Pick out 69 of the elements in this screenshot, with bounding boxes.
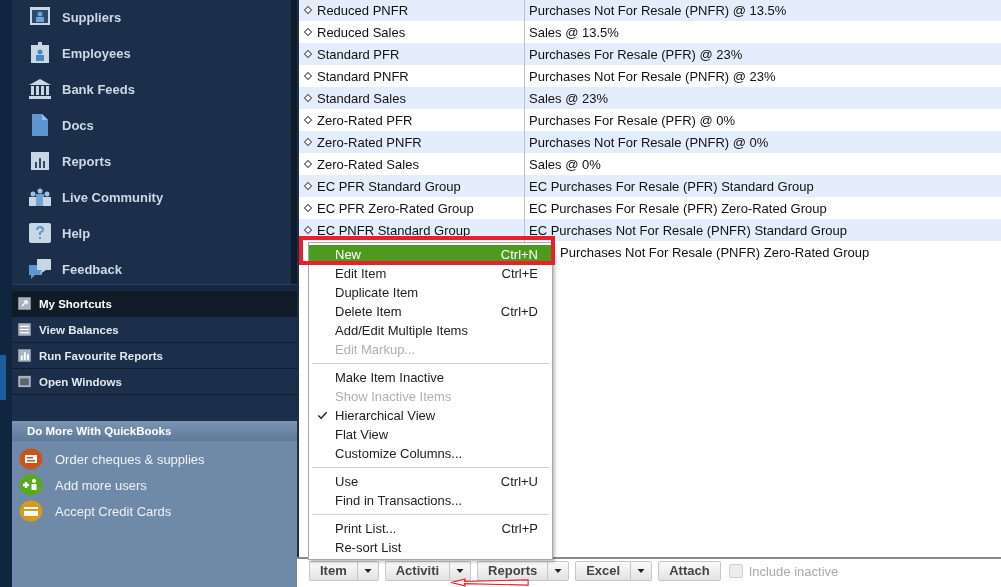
table-cell[interactable]: Zero-Rated PNFR [317, 134, 422, 150]
menu-item[interactable]: Hierarchical View [309, 406, 552, 425]
window-icon [17, 374, 32, 389]
sidebar-section[interactable]: My Shortcuts [12, 291, 297, 317]
table-cell[interactable]: Standard PNFR [317, 68, 409, 84]
dropdown-button[interactable] [356, 561, 379, 581]
sidebar-item[interactable]: Docs [12, 107, 291, 143]
toolbar-button[interactable]: Reports [477, 561, 548, 581]
table-cell[interactable]: Standard Sales [317, 90, 406, 106]
table-cell[interactable]: Reduced PNFR [317, 2, 409, 18]
sidebar-item[interactable]: Help [12, 215, 291, 251]
dropdown-button[interactable] [630, 561, 653, 581]
menu-item[interactable]: Flat View [309, 425, 552, 444]
table-cell[interactable]: Purchases Not For Resale (PNFR) @ 23% [529, 68, 776, 84]
menu-item[interactable]: Find in Transactions... [309, 491, 552, 510]
sidebar-item[interactable]: Employees [12, 35, 291, 71]
shortcut-label: Ctrl+U [500, 474, 538, 489]
table-cell[interactable]: Purchases Not For Resale (PNFR) Zero-Rated Group [560, 244, 870, 260]
id-badge-icon [28, 41, 52, 65]
help-icon [28, 221, 52, 245]
toolbar-button[interactable]: Excel [575, 561, 631, 581]
menu-item[interactable]: Re-sort List [309, 538, 552, 557]
dropdown-button[interactable] [449, 561, 472, 581]
shortcut-label: Ctrl+E [501, 266, 538, 281]
menu-item[interactable]: Customize Columns... [309, 444, 552, 463]
table-cell[interactable]: Standard PFR [317, 46, 400, 62]
list-icon [17, 322, 32, 337]
sidebar-item[interactable]: Live Community [12, 179, 291, 215]
bank-icon [28, 77, 52, 101]
table-cell[interactable]: Zero-Rated PFR [317, 112, 413, 128]
sidebar-item[interactable]: Reports [12, 143, 291, 179]
menu-item[interactable]: Add/Edit Multiple Items [309, 321, 552, 340]
table-cell[interactable]: EC PFR Standard Group [317, 178, 461, 194]
dropdown-button[interactable] [547, 561, 570, 581]
table-cell[interactable]: Sales @ 0% [529, 156, 601, 172]
shortcut-label: Ctrl+P [501, 521, 538, 536]
shortcut-label: Ctrl+N [500, 247, 538, 262]
menu-item[interactable]: Duplicate Item [309, 283, 552, 302]
sidebar-item[interactable]: Bank Feeds [12, 71, 291, 107]
bar-chart-icon [17, 348, 32, 363]
sidebar-item[interactable]: Suppliers [12, 0, 291, 35]
shortcut-label: Ctrl+D [500, 304, 538, 319]
menu-item[interactable]: Print List... Ctrl+P [309, 519, 552, 538]
checkbox-label: Include inactive [748, 563, 839, 579]
menu-item[interactable]: Make Item Inactive [309, 368, 552, 387]
table-cell[interactable]: EC Purchases For Resale (PFR) Standard Group [529, 178, 814, 194]
menu-item[interactable]: Delete Item Ctrl+D [309, 302, 552, 321]
table-cell[interactable]: Purchases For Resale (PFR) @ 23% [529, 46, 743, 62]
resize-handle[interactable] [12, 284, 297, 291]
speech-bubbles-icon [28, 257, 52, 281]
table-cell[interactable]: Purchases Not For Resale (PNFR) @ 13.5% [529, 2, 787, 18]
sidebar-item[interactable]: Feedback [12, 251, 291, 284]
table-cell[interactable]: Reduced Sales [317, 24, 406, 40]
table-cell[interactable]: EC Purchases For Resale (PFR) Zero-Rated Group [529, 200, 827, 216]
menu-item[interactable]: Use Ctrl+U [309, 472, 552, 491]
table-cell[interactable]: Sales @ 13.5% [529, 24, 619, 40]
table-cell[interactable]: Sales @ 23% [529, 90, 608, 106]
table-cell[interactable]: EC Purchases Not For Resale (PNFR) Standard Group [529, 222, 847, 238]
table-cell[interactable]: EC PFR Zero-Rated Group [317, 200, 474, 216]
menu-item[interactable]: Edit Item Ctrl+E [309, 264, 552, 283]
table-cell[interactable]: Zero-Rated Sales [317, 156, 419, 172]
bar-chart-icon [28, 149, 52, 173]
table-cell[interactable]: Purchases Not For Resale (PNFR) @ 0% [529, 134, 769, 150]
toolbar-button[interactable]: Activiti [384, 561, 450, 581]
panel-header: Do More With QuickBooks [12, 421, 297, 441]
toolbar-button[interactable]: Attach [658, 561, 721, 581]
table-cell[interactable]: EC PNFR Standard Group [317, 222, 471, 238]
toolbar-button[interactable]: Item [309, 561, 357, 581]
table-cell[interactable]: Purchases For Resale (PFR) @ 0% [529, 112, 736, 128]
